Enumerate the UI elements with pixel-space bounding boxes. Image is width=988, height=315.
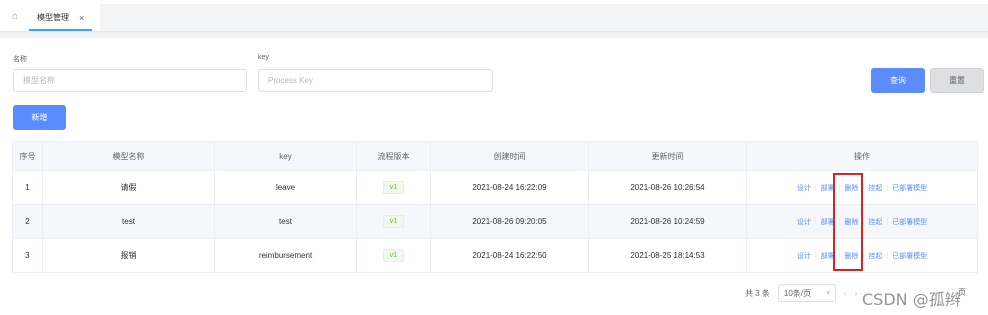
suspend-link[interactable]: 挂起	[865, 217, 885, 227]
design-link[interactable]: 设计	[794, 217, 814, 227]
cell-name: 请假	[42, 170, 215, 205]
design-link[interactable]: 设计	[794, 251, 814, 261]
deployed-model-link[interactable]: 已部署模型	[889, 183, 930, 193]
tab-label: 模型管理	[37, 13, 69, 22]
col-version-header: 流程版本	[356, 141, 431, 171]
prev-page-icon[interactable]: ‹	[844, 289, 847, 298]
add-button[interactable]: 新增	[13, 105, 66, 130]
query-button[interactable]: 查询	[871, 68, 925, 93]
col-name-header: 模型名称	[42, 141, 215, 171]
version-tag: v1	[382, 249, 405, 262]
divider	[0, 32, 988, 38]
name-label: 名称	[13, 56, 27, 63]
cell-version: v1	[356, 170, 431, 205]
cell-index: 3	[12, 238, 43, 273]
table-header-row: 序号 模型名称 key 流程版本 创建时间 更新时间 操作	[12, 141, 978, 171]
col-updated-header: 更新时间	[588, 141, 747, 171]
cell-created: 2021-08-24 16:22:09	[430, 170, 589, 205]
total-count: 共 3 条	[745, 288, 770, 298]
cell-created: 2021-08-26 09:20:05	[430, 204, 589, 239]
cell-key: test	[214, 204, 357, 239]
cell-version: v1	[356, 204, 431, 239]
pagination: 共 3 条 10条/页 ▾ ‹ ›	[745, 284, 857, 302]
cell-index: 2	[12, 204, 43, 239]
name-input[interactable]: 模型名称	[13, 69, 247, 92]
cell-created: 2021-08-24 16:22:50	[430, 238, 589, 273]
cell-updated: 2021-08-26 10:24:59	[588, 204, 747, 239]
chevron-down-icon: ▾	[826, 290, 830, 297]
deployed-model-link[interactable]: 已部署模型	[889, 251, 930, 261]
deployed-model-link[interactable]: 已部署模型	[889, 217, 930, 227]
tab-scroll-area	[100, 4, 988, 31]
design-link[interactable]: 设计	[794, 183, 814, 193]
cell-index: 1	[12, 170, 43, 205]
cell-version: v1	[356, 238, 431, 273]
cell-key: reimbursement	[214, 238, 357, 273]
cell-updated: 2021-08-25 18:14:53	[588, 238, 747, 273]
key-input[interactable]: Process Key	[258, 69, 493, 92]
next-page-icon[interactable]: ›	[855, 289, 858, 298]
watermark: CSDN @孤辫	[862, 290, 961, 309]
cell-key: leave	[214, 170, 357, 205]
tab-model-management[interactable]: 模型管理 ×	[29, 6, 93, 31]
suspend-link[interactable]: 挂起	[865, 251, 885, 261]
page-size-select[interactable]: 10条/页 ▾	[777, 284, 836, 302]
col-key-header: key	[214, 141, 357, 171]
reset-button[interactable]: 重置	[930, 68, 984, 93]
page-size-value: 10条/页	[783, 288, 812, 298]
cell-updated: 2021-08-26 10:26:54	[588, 170, 747, 205]
version-tag: v1	[382, 215, 405, 228]
delete-column-highlight	[833, 173, 863, 271]
version-tag: v1	[382, 181, 405, 194]
cell-name: 报销	[42, 238, 215, 273]
col-index-header: 序号	[12, 141, 43, 171]
col-created-header: 创建时间	[430, 141, 589, 171]
key-label: key	[258, 54, 269, 61]
suspend-link[interactable]: 挂起	[865, 183, 885, 193]
close-icon[interactable]: ×	[79, 13, 84, 23]
tab-bar: ⌂ 模型管理 ×	[0, 0, 988, 32]
home-icon[interactable]: ⌂	[9, 11, 21, 23]
cell-name: test	[42, 204, 215, 239]
col-ops-header: 操作	[746, 141, 978, 171]
